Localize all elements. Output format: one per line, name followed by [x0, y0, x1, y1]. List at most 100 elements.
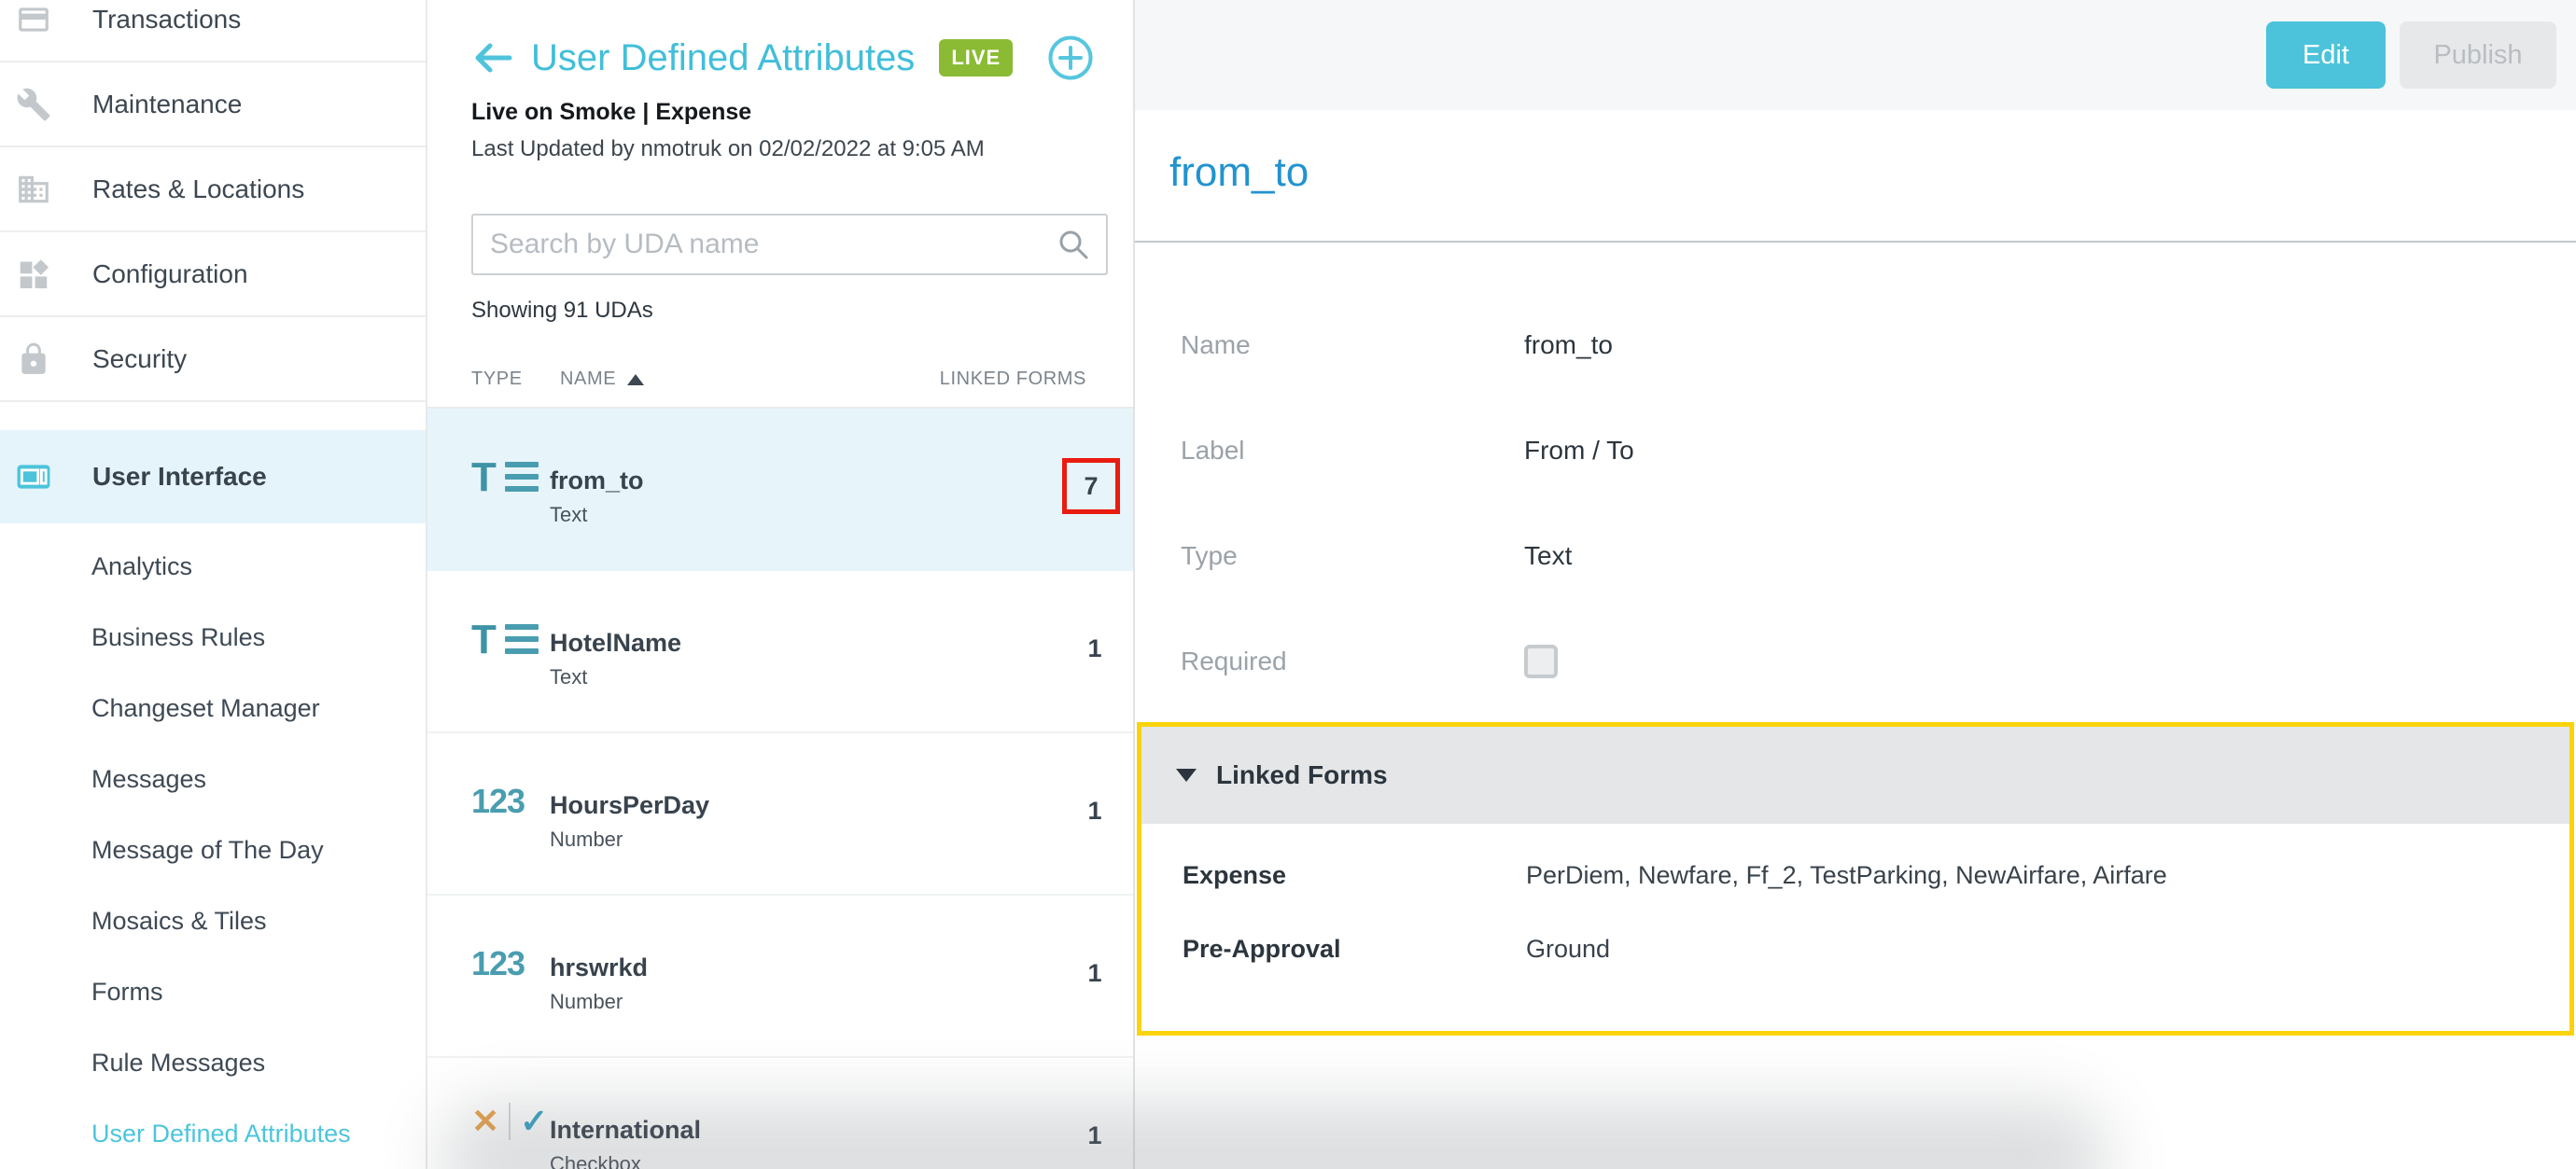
sidebar-subitem-label: Messages	[91, 765, 206, 794]
sidebar-subitem[interactable]: Business Rules	[0, 602, 426, 673]
uda-type: Number	[550, 990, 648, 1014]
sidebar: Transactions Maintenance Rates & Locatio…	[0, 0, 427, 1169]
uda-detail-panel: Edit Publish from_to Name from_to Label …	[1135, 0, 2576, 1169]
sidebar-subitem[interactable]: Rule Messages	[0, 1027, 426, 1098]
sidebar-item-label: Security	[92, 344, 187, 374]
sidebar-subitem[interactable]: Changeset Manager	[0, 673, 426, 744]
linked-forms-count: 7	[1062, 458, 1120, 514]
linked-forms-count: 1	[1066, 783, 1124, 839]
live-badge: LIVE	[939, 39, 1013, 77]
sidebar-subitem-label: User Defined Attributes	[91, 1120, 351, 1148]
sidebar-subitem[interactable]: Forms	[0, 956, 426, 1027]
column-type: TYPE	[471, 369, 560, 390]
back-arrow-icon[interactable]	[471, 40, 514, 76]
sidebar-item-label: User Interface	[92, 462, 267, 492]
sidebar-item-icon	[16, 459, 51, 494]
sidebar-item-label: Configuration	[92, 259, 248, 289]
sidebar-item-icon	[16, 87, 51, 122]
last-updated-label: Last Updated by nmotruk on 02/02/2022 at…	[471, 136, 1089, 162]
search-input[interactable]	[490, 229, 1057, 260]
search-icon	[1057, 229, 1089, 260]
sidebar-item-icon	[16, 257, 51, 292]
field-label: Type	[1181, 541, 1524, 571]
uda-row[interactable]: T 123 ✕ ✓ hrswrkd Number 1	[427, 896, 1133, 1058]
linked-forms-row: Pre-Approval Ground	[1183, 935, 2569, 964]
uda-name: hrswrkd	[550, 953, 648, 982]
uda-name: International	[550, 1116, 701, 1145]
page-title: User Defined Attributes	[531, 37, 915, 79]
table-header: TYPE NAME LINKED FORMS	[427, 369, 1133, 409]
uda-row[interactable]: T 123 ✕ ✓ from_to Text 7	[427, 409, 1133, 571]
sidebar-subitem-label: Mosaics & Tiles	[91, 907, 267, 936]
linked-forms-section: Linked Forms Expense PerDiem, Newfare, F…	[1137, 722, 2574, 1036]
app-root: Transactions Maintenance Rates & Locatio…	[0, 0, 2576, 1169]
plus-icon[interactable]	[1047, 35, 1094, 81]
result-count-label: Showing 91 UDAs	[471, 298, 1089, 324]
sidebar-item[interactable]: Configuration	[0, 232, 426, 317]
checkbox-icon: ✕ ✓	[471, 1103, 550, 1140]
linked-forms-body: Expense PerDiem, Newfare, Ff_2, TestPark…	[1141, 824, 2569, 964]
linked-forms-row: Expense PerDiem, Newfare, Ff_2, TestPark…	[1183, 861, 2569, 890]
sort-asc-icon	[627, 374, 644, 385]
uda-name: HoursPerDay	[550, 791, 709, 820]
publish-button[interactable]: Publish	[2400, 21, 2556, 89]
uda-row[interactable]: T 123 ✕ ✓ International Checkbox 1	[427, 1058, 1133, 1169]
live-environment-label: Live on Smoke | Expense	[471, 99, 1089, 126]
sidebar-subitem[interactable]: Message of The Day	[0, 814, 426, 885]
sidebar-main-nav: Transactions Maintenance Rates & Locatio…	[0, 0, 426, 523]
number-icon: 123	[471, 944, 550, 983]
sidebar-subitem-label: Rule Messages	[91, 1049, 265, 1078]
building-icon	[19, 175, 49, 202]
window-icon	[18, 465, 50, 488]
uda-row[interactable]: T 123 ✕ ✓ HotelName Text 1	[427, 571, 1133, 733]
sidebar-subitem[interactable]: Mosaics & Tiles	[0, 885, 426, 956]
uda-type: Text	[550, 665, 681, 689]
sidebar-item[interactable]: Rates & Locations	[0, 147, 426, 232]
field-value: From / To	[1524, 436, 1634, 466]
field-value: from_to	[1524, 330, 1613, 360]
sidebar-item[interactable]: User Interface	[0, 430, 426, 523]
sidebar-subitem[interactable]: Messages	[0, 744, 426, 814]
required-checkbox[interactable]	[1524, 645, 1558, 678]
sidebar-item-label: Transactions	[92, 5, 241, 35]
field-label: Label	[1181, 436, 1524, 466]
sidebar-subitem[interactable]: User Defined Attributes	[0, 1098, 426, 1169]
sidebar-item[interactable]: Security	[0, 317, 426, 402]
sidebar-item-icon	[16, 2, 51, 37]
uda-list: T 123 ✕ ✓ from_to Text 7	[427, 409, 1133, 1169]
linked-forms-count: 1	[1066, 620, 1124, 676]
linked-forms-list: Ground	[1526, 935, 1610, 964]
linked-forms-type: Expense	[1183, 861, 1526, 890]
lock-icon	[21, 342, 45, 373]
linked-forms-count: 1	[1066, 945, 1124, 1001]
list-panel-header: User Defined Attributes LIVE	[427, 0, 1133, 84]
column-name[interactable]: NAME	[560, 369, 644, 390]
field-row: Required	[1181, 608, 2576, 714]
caret-down-icon	[1176, 769, 1197, 782]
text-icon: T	[471, 621, 550, 659]
text-icon: T	[471, 459, 550, 496]
linked-forms-count: 1	[1066, 1107, 1124, 1163]
edit-button[interactable]: Edit	[2266, 21, 2386, 89]
sidebar-item[interactable]: Transactions	[0, 0, 426, 63]
field-row: Name from_to	[1181, 292, 2576, 397]
sidebar-item[interactable]: Maintenance	[0, 63, 426, 147]
uda-row[interactable]: T 123 ✕ ✓ HoursPerDay Number 1	[427, 733, 1133, 896]
linked-forms-header[interactable]: Linked Forms	[1141, 727, 2569, 824]
column-linked-forms: LINKED FORMS	[940, 369, 1086, 390]
sidebar-subitem[interactable]: Analytics	[0, 531, 426, 602]
sidebar-sub-nav: Analytics Business Rules Changeset Manag…	[0, 523, 426, 1169]
sidebar-subitem-label: Analytics	[91, 552, 192, 581]
credit-card-icon	[19, 7, 49, 31]
sidebar-subitem-label: Message of The Day	[91, 836, 324, 865]
uda-name: from_to	[550, 466, 644, 495]
field-label: Name	[1181, 330, 1524, 360]
field-row: Type Text	[1181, 503, 2576, 608]
uda-list-panel: User Defined Attributes LIVE Live on Smo…	[427, 0, 1135, 1169]
field-label: Required	[1181, 647, 1524, 676]
sidebar-item-label: Maintenance	[92, 90, 242, 119]
linked-forms-type: Pre-Approval	[1183, 935, 1526, 964]
sidebar-subitem-label: Changeset Manager	[91, 694, 320, 723]
wrench-icon	[18, 88, 50, 120]
field-row: Label From / To	[1181, 397, 2576, 503]
